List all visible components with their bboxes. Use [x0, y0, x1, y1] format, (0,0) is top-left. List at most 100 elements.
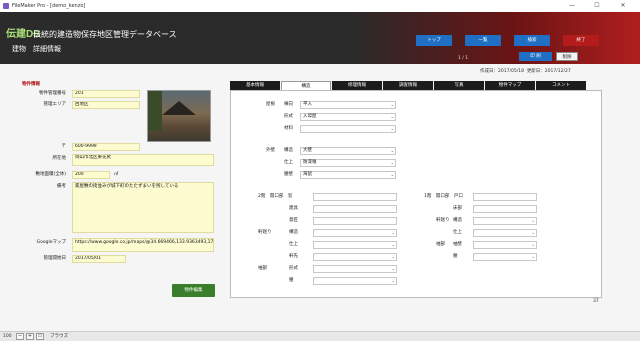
photo-roof [162, 101, 196, 115]
chevron-down-icon: ⌄ [391, 230, 395, 235]
zoom-out-button[interactable]: − [16, 333, 24, 340]
header-banner: 伝建DB 伝統的建造物保存地区管理データベース 建物 詳細情報 トップ 一覧 検… [0, 12, 640, 64]
address-field[interactable]: 岡山市北区東花尻 [72, 154, 214, 166]
zoom-in-button[interactable]: + [26, 333, 34, 340]
floor2-eaves-finish-select[interactable]: ⌄ [313, 241, 397, 249]
status-bar: 100 − + ▭ ブラウズ [0, 331, 640, 341]
floor2-fitting-field[interactable] [313, 205, 397, 213]
tab-comments[interactable]: コメント [536, 81, 586, 90]
maximize-button[interactable]: ☐ [590, 1, 604, 10]
floor2-row-label: 形式 [289, 266, 298, 271]
floor2-eaves-structure-select[interactable]: ⌄ [313, 229, 397, 237]
floor2-row-label: 意匠 [289, 218, 298, 223]
search-button[interactable]: 検索 [514, 35, 550, 46]
floor2-opening-label: 2階 開口部 窓 [258, 194, 293, 199]
app-window: FileMaker Pro - [demo_kenzo] — ☐ ✕ 伝建DB … [0, 0, 640, 341]
field-label: 所在地 [52, 156, 67, 161]
page-title: 建物 詳細情報 [12, 45, 61, 53]
tab-photos[interactable]: 写真 [434, 81, 484, 90]
field-label: 備考 [57, 184, 66, 189]
updated-date: 更新日：2017/12/27 [526, 69, 571, 74]
delete-button[interactable]: 削除 [556, 52, 578, 61]
floor1-base-label: 袖部 [436, 242, 445, 247]
start-date-field[interactable]: 2017/05/01 [72, 255, 126, 263]
building-photo [147, 90, 211, 142]
floor2-row-label: 腰 [289, 278, 294, 283]
chevron-down-icon: ⌄ [531, 254, 535, 259]
roof-material-select[interactable]: ⌄ [300, 125, 396, 133]
floor2-base-waist-select[interactable]: ⌄ [313, 277, 397, 285]
floor2-eaves-tip-select[interactable]: ⌄ [313, 253, 397, 261]
record-pager[interactable]: 1 / 1 [458, 56, 468, 62]
wall-row-label: 仕上 [284, 160, 293, 165]
chevron-down-icon: ⌄ [390, 172, 394, 177]
filemaker-icon [3, 3, 9, 9]
floor2-window-field[interactable] [313, 193, 397, 201]
chevron-down-icon: ⌄ [390, 148, 394, 153]
field-label: Googleマップ [36, 240, 66, 245]
zoom-level[interactable]: 100 [3, 334, 12, 340]
google-map-field[interactable]: https://www.google.co.jp/maps/@34.669466… [72, 238, 214, 252]
tab-survey-info[interactable]: 調査情報 [383, 81, 433, 90]
floor2-design-field[interactable] [313, 217, 397, 225]
print-button[interactable]: 印 刷 [519, 52, 552, 61]
title-bar: FileMaker Pro - [demo_kenzo] — ☐ ✕ [0, 0, 640, 12]
floor2-row-label: 軒先 [289, 254, 298, 259]
site-area-field[interactable]: 200 [72, 171, 110, 179]
tab-structure[interactable]: 構造 [281, 81, 331, 90]
floor2-row-label: 構造 [289, 230, 298, 235]
roof-form-select[interactable]: 入母屋 ⌄ [300, 113, 396, 121]
remarks-field[interactable]: 家屋敷の街並みが城下町のたたずまいを残している [72, 182, 214, 233]
floor1-row-label: 袖壁 [453, 242, 462, 247]
property-number-field[interactable]: 201 [72, 90, 140, 98]
select-value: 防漆喰 [303, 160, 317, 165]
floor1-eaves-finish-select[interactable]: ⌄ [473, 229, 537, 237]
floor1-row-label: 仕上 [453, 230, 462, 235]
mode-label[interactable]: ブラウズ [50, 334, 68, 340]
created-date: 作成日：2017/05/18 [480, 69, 524, 74]
select-value: 大壁 [303, 148, 312, 153]
floor1-eaves-label: 軒廻り [436, 218, 450, 223]
wall-waist-select[interactable]: 海鼠 ⌄ [300, 171, 396, 179]
top-button[interactable]: トップ [416, 35, 452, 46]
chevron-down-icon: ⌄ [390, 160, 394, 165]
chevron-down-icon: ⌄ [391, 278, 395, 283]
structure-panel: 屋根 棟向 平入 ⌄ 形式 入母屋 ⌄ 材料 ⌄ 外壁 構造 大壁 ⌄ 仕上 防漆喰 ⌄… [230, 90, 602, 298]
postal-code-field[interactable]: 600-9999 [72, 143, 140, 151]
floor2-row-label: 仕上 [289, 242, 298, 247]
chevron-down-icon: ⌄ [391, 254, 395, 259]
floor1-floor-field[interactable] [473, 205, 537, 213]
floor1-door-field[interactable] [473, 193, 537, 201]
roof-row-label: 形式 [284, 114, 293, 119]
list-button[interactable]: 一覧 [465, 35, 501, 46]
select-value: 平入 [303, 102, 312, 107]
roof-row-label: 材料 [284, 126, 293, 131]
floor1-eaves-structure-select[interactable]: ⌄ [473, 217, 537, 225]
window-title: FileMaker Pro - [demo_kenzo] [12, 3, 86, 9]
edit-property-button[interactable]: 物件編集 [172, 284, 215, 297]
roof-row-label: 棟向 [284, 102, 293, 107]
wall-row-label: 構造 [284, 148, 293, 153]
minimize-button[interactable]: — [565, 1, 579, 10]
chevron-down-icon: ⌄ [391, 266, 395, 271]
wall-structure-select[interactable]: 大壁 ⌄ [300, 147, 396, 155]
exit-button[interactable]: 終了 [563, 35, 599, 46]
field-label: 管理開始日 [43, 256, 67, 261]
floor2-base-form-select[interactable]: ⌄ [313, 265, 397, 273]
tab-repair-info[interactable]: 修理情報 [332, 81, 382, 90]
wall-group-label: 外壁 [266, 148, 275, 153]
tab-bar: 基本情報 構造 修理情報 調査情報 写真 物件マップ コメント [230, 81, 602, 90]
chevron-down-icon: ⌄ [390, 126, 394, 131]
wall-finish-select[interactable]: 防漆喰 ⌄ [300, 159, 396, 167]
floor1-base-sidewall-select[interactable]: ⌄ [473, 241, 537, 249]
chevron-down-icon: ⌄ [391, 242, 395, 247]
floor1-base-waist-select[interactable]: ⌄ [473, 253, 537, 261]
roof-orientation-select[interactable]: 平入 ⌄ [300, 101, 396, 109]
toggle-status-button[interactable]: ▭ [36, 333, 44, 340]
area-field[interactable]: 西地区 [72, 101, 140, 109]
select-value: 海鼠 [303, 172, 312, 177]
site-name: 伝統的建造物保存地区管理データベース [33, 30, 177, 39]
tab-property-map[interactable]: 物件マップ [485, 81, 535, 90]
close-window-button[interactable]: ✕ [616, 1, 630, 10]
tab-basic-info[interactable]: 基本情報 [230, 81, 280, 90]
